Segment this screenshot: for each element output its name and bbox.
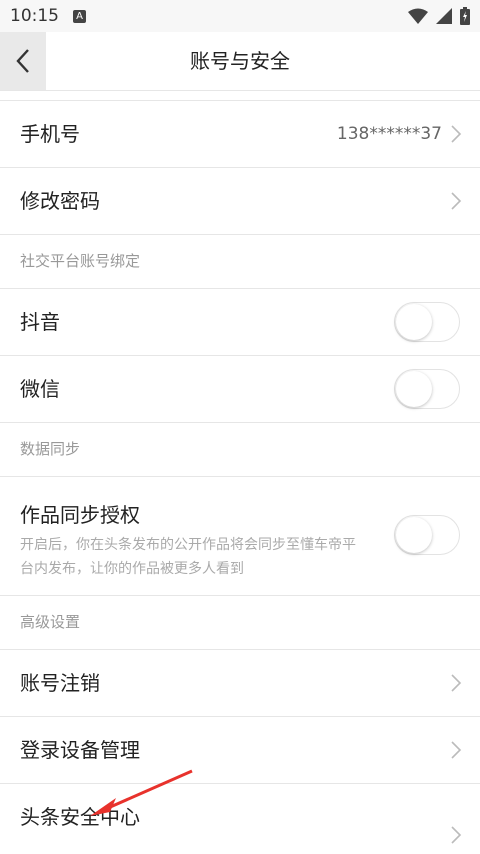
nav-bar: 账号与安全 — [0, 32, 480, 91]
sync-auth-label: 作品同步授权 — [20, 503, 140, 527]
signal-icon — [436, 8, 452, 24]
account-cancel-label: 账号注销 — [20, 671, 100, 695]
sync-auth-toggle[interactable] — [394, 515, 460, 555]
douyin-label: 抖音 — [20, 310, 60, 334]
status-bar: 10:15 A — [0, 0, 480, 32]
toggle-knob — [396, 517, 432, 553]
chevron-right-icon — [451, 741, 462, 759]
notification-icon: A — [73, 10, 86, 23]
back-button[interactable] — [0, 32, 46, 90]
status-time: 10:15 — [10, 6, 59, 26]
status-icons — [408, 7, 470, 25]
chevron-left-icon — [16, 49, 29, 73]
settings-list: 手机号 138******37 修改密码 社交平台账号绑定 抖音 微信 数据同步… — [0, 100, 480, 850]
phone-value: 138******37 — [336, 124, 442, 144]
change-password-label: 修改密码 — [20, 189, 100, 213]
douyin-toggle[interactable] — [394, 302, 460, 342]
annotation-arrow-icon — [90, 769, 193, 816]
phone-label: 手机号 — [20, 122, 80, 146]
device-management-row[interactable]: 登录设备管理 — [0, 717, 480, 784]
wechat-row: 微信 — [0, 356, 480, 423]
chevron-right-icon — [451, 192, 462, 210]
wechat-label: 微信 — [20, 377, 60, 401]
change-password-row[interactable]: 修改密码 — [0, 168, 480, 235]
toggle-knob — [396, 304, 432, 340]
account-cancel-row[interactable]: 账号注销 — [0, 650, 480, 717]
wechat-toggle[interactable] — [394, 369, 460, 409]
sync-auth-row: 作品同步授权 开启后，你在头条发布的公开作品将会同步至懂车帝平台内发布，让你的作… — [0, 477, 480, 596]
sync-auth-desc: 开启后，你在头条发布的公开作品将会同步至懂车帝平台内发布，让你的作品被更多人看到 — [20, 537, 356, 577]
section-social: 社交平台账号绑定 — [0, 235, 480, 289]
wifi-icon — [408, 8, 428, 24]
chevron-right-icon — [451, 826, 462, 844]
chevron-right-icon — [451, 125, 462, 143]
phone-row[interactable]: 手机号 138******37 — [0, 101, 480, 168]
security-center-row[interactable]: 头条安全中心 — [0, 784, 480, 850]
section-sync: 数据同步 — [0, 423, 480, 477]
section-advanced: 高级设置 — [0, 596, 480, 650]
battery-icon — [460, 7, 470, 25]
douyin-row: 抖音 — [0, 289, 480, 356]
page-title: 账号与安全 — [190, 49, 290, 73]
toggle-knob — [396, 371, 432, 407]
chevron-right-icon — [451, 674, 462, 692]
